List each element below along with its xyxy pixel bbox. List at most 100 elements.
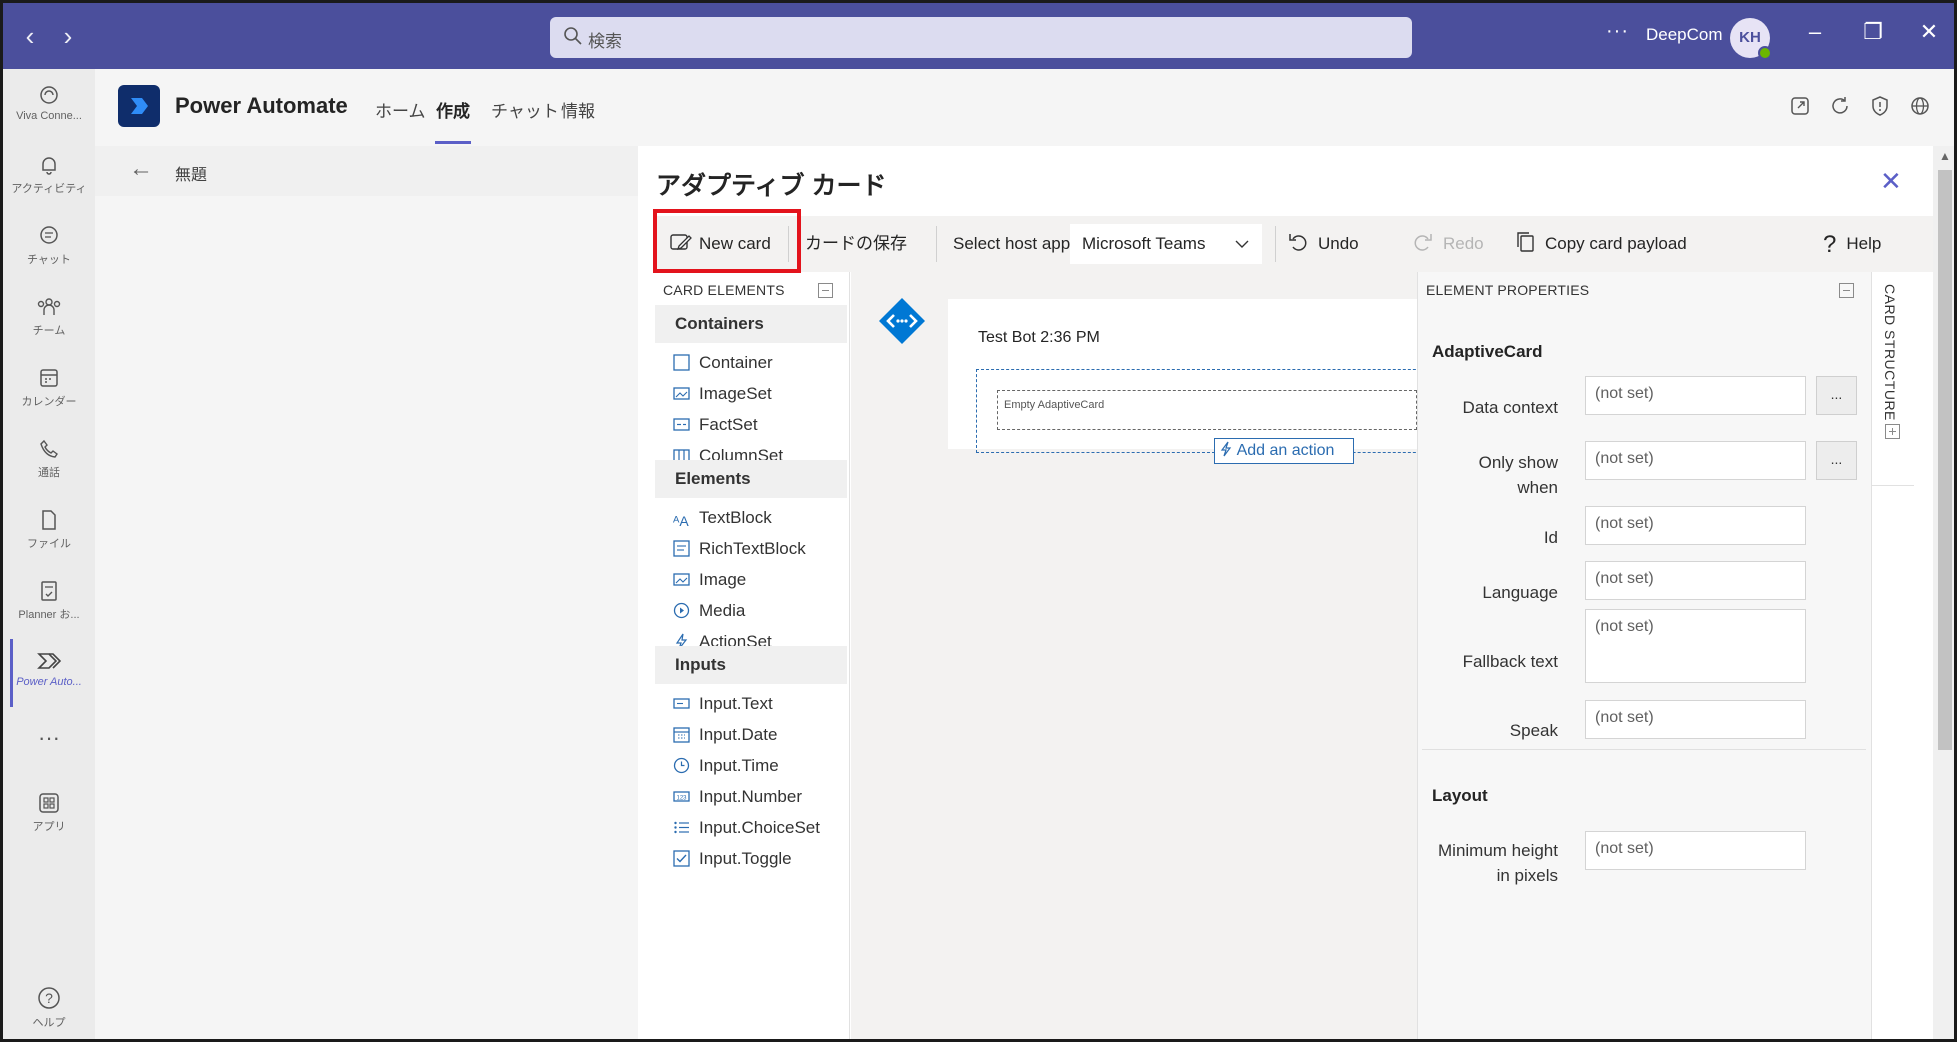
- redo-button[interactable]: Redo: [1413, 216, 1484, 272]
- save-card-button[interactable]: カードの保存: [805, 216, 907, 272]
- rail-item-apps[interactable]: アプリ: [3, 791, 95, 834]
- calendar-icon: [40, 369, 58, 387]
- designer-toolbar: New card カードの保存 Select host app: Microso…: [653, 216, 1933, 272]
- minimum-height-input[interactable]: (not set): [1585, 831, 1806, 870]
- dialog-title: アダプティブ カード: [656, 172, 887, 200]
- message-card: Test Bot 2:36 PM Empty AdaptiveCard: [948, 299, 1417, 453]
- tab-create[interactable]: 作成: [436, 97, 470, 122]
- fallback-text-input[interactable]: (not set): [1585, 609, 1806, 683]
- element-properties-panel: ELEMENT PROPERTIES AdaptiveCard Data con…: [1417, 272, 1871, 1039]
- rail-label: 通話: [38, 467, 60, 479]
- shield-icon[interactable]: [1869, 95, 1891, 117]
- empty-card-placeholder: Empty AdaptiveCard: [997, 390, 1417, 430]
- rail-label: チャット: [27, 254, 71, 266]
- rail-item-planner[interactable]: Planner お...: [3, 579, 95, 622]
- element-label: Input.Toggle: [699, 849, 792, 868]
- copy-payload-button[interactable]: Copy card payload: [1515, 216, 1687, 272]
- rail-label: ファイル: [27, 538, 71, 550]
- undo-button[interactable]: Undo: [1288, 216, 1359, 272]
- rail-item-activity[interactable]: アクティビティ: [3, 153, 95, 196]
- copy-payload-label: Copy card payload: [1545, 234, 1687, 253]
- phone-icon: [40, 439, 58, 458]
- adaptive-card-dialog: アダプティブ カード ✕ New card カードの保存 Select host…: [638, 146, 1933, 1039]
- rail-more-button[interactable]: ···: [3, 725, 95, 751]
- page-bar: ← 無題: [95, 146, 638, 196]
- rail-item-teams[interactable]: チーム: [3, 295, 95, 338]
- id-input[interactable]: (not set): [1585, 506, 1806, 545]
- title-bar: ‹ › 検索 ··· DeepCom KH – ❐ ✕: [3, 3, 1954, 69]
- add-action-button[interactable]: Add an action: [1214, 438, 1354, 464]
- rail-item-viva[interactable]: Viva Conne...: [3, 83, 95, 122]
- card-elements-header: CARD ELEMENTS: [663, 282, 785, 298]
- scrollbar-thumb[interactable]: [1938, 170, 1952, 750]
- viva-connections-icon: [40, 86, 58, 104]
- rail-item-calls[interactable]: 通話: [3, 437, 95, 480]
- collapse-icon[interactable]: [818, 283, 833, 298]
- planner-icon: [41, 581, 57, 601]
- help-circle-icon: ?: [38, 987, 60, 1009]
- tab-chat[interactable]: チャット: [491, 97, 559, 122]
- only-show-when-expression-button[interactable]: ...: [1816, 441, 1857, 480]
- input-number-icon: 123: [673, 791, 690, 802]
- prop-label-speak: Speak: [1509, 721, 1558, 740]
- redo-icon: [1414, 234, 1432, 251]
- power-automate-logo: [118, 85, 160, 127]
- highlight-annotation: [653, 209, 801, 273]
- element-label: RichTextBlock: [699, 539, 806, 558]
- dialog-scrollbar[interactable]: ▲: [1933, 146, 1954, 1039]
- maximize-icon[interactable]: ❐: [1858, 19, 1888, 45]
- element-label: TextBlock: [699, 508, 772, 527]
- image-icon: [673, 573, 690, 586]
- forward-nav-icon[interactable]: ›: [53, 21, 83, 52]
- minimize-icon[interactable]: –: [1800, 19, 1830, 45]
- avatar-initials: KH: [1739, 29, 1761, 46]
- rail-item-chat[interactable]: チャット: [3, 224, 95, 267]
- file-icon: [42, 510, 56, 530]
- rail-item-calendar[interactable]: カレンダー: [3, 366, 95, 409]
- tab-about[interactable]: 情報: [561, 97, 595, 122]
- card-structure-panel[interactable]: CARD STRUCTURE: [1871, 272, 1914, 1039]
- element-label: Input.Text: [699, 694, 773, 713]
- language-input[interactable]: (not set): [1585, 561, 1806, 600]
- only-show-when-input[interactable]: (not set): [1585, 441, 1806, 480]
- add-action-label: Add an action: [1236, 442, 1335, 459]
- rail-label: Power Auto...: [16, 676, 82, 688]
- undo-icon: [1289, 234, 1307, 251]
- left-rail: Viva Conne... アクティビティ チャット チーム カレンダー 通話 …: [3, 69, 95, 1039]
- element-label: Input.Number: [699, 787, 802, 806]
- element-label: Container: [699, 353, 773, 372]
- close-icon[interactable]: ✕: [1880, 166, 1902, 197]
- search-input[interactable]: 検索: [550, 17, 1412, 58]
- host-app-value: Microsoft Teams: [1082, 234, 1206, 253]
- org-name[interactable]: DeepCom: [1646, 25, 1723, 45]
- back-nav-icon[interactable]: ‹: [15, 21, 45, 52]
- rail-label: ヘルプ: [32, 1017, 66, 1029]
- clock-icon: [673, 757, 690, 774]
- rail-item-help[interactable]: ? ヘルプ: [3, 985, 95, 1030]
- data-context-input[interactable]: (not set): [1585, 376, 1806, 415]
- host-app-select[interactable]: Microsoft Teams: [1070, 224, 1262, 264]
- prop-label-language: Language: [1482, 583, 1558, 602]
- avatar[interactable]: KH: [1730, 18, 1772, 60]
- page-title: 無題: [175, 167, 208, 184]
- back-arrow-icon[interactable]: ←: [129, 155, 153, 183]
- element-input-toggle[interactable]: Input.Toggle: [673, 840, 792, 878]
- refresh-icon[interactable]: [1829, 95, 1851, 117]
- section-divider: [1422, 749, 1866, 750]
- collapse-icon[interactable]: [1839, 283, 1854, 298]
- globe-icon[interactable]: [1909, 95, 1931, 117]
- active-tab-indicator: [435, 141, 471, 144]
- imageset-icon: [673, 387, 690, 400]
- speak-input[interactable]: (not set): [1585, 700, 1806, 739]
- more-options-button[interactable]: ···: [1606, 20, 1629, 43]
- rail-item-power-automate[interactable]: Power Auto...: [3, 649, 95, 688]
- data-context-expression-button[interactable]: ...: [1816, 376, 1857, 415]
- tab-home[interactable]: ホーム: [375, 97, 426, 122]
- scroll-up-icon[interactable]: ▲: [1939, 149, 1951, 163]
- expand-icon[interactable]: [1885, 424, 1900, 439]
- popout-icon[interactable]: [1789, 95, 1811, 117]
- help-button[interactable]: ? Help: [1823, 216, 1881, 272]
- rail-item-files[interactable]: ファイル: [3, 508, 95, 551]
- close-window-icon[interactable]: ✕: [1914, 19, 1944, 45]
- toolbar-divider: [1275, 226, 1276, 262]
